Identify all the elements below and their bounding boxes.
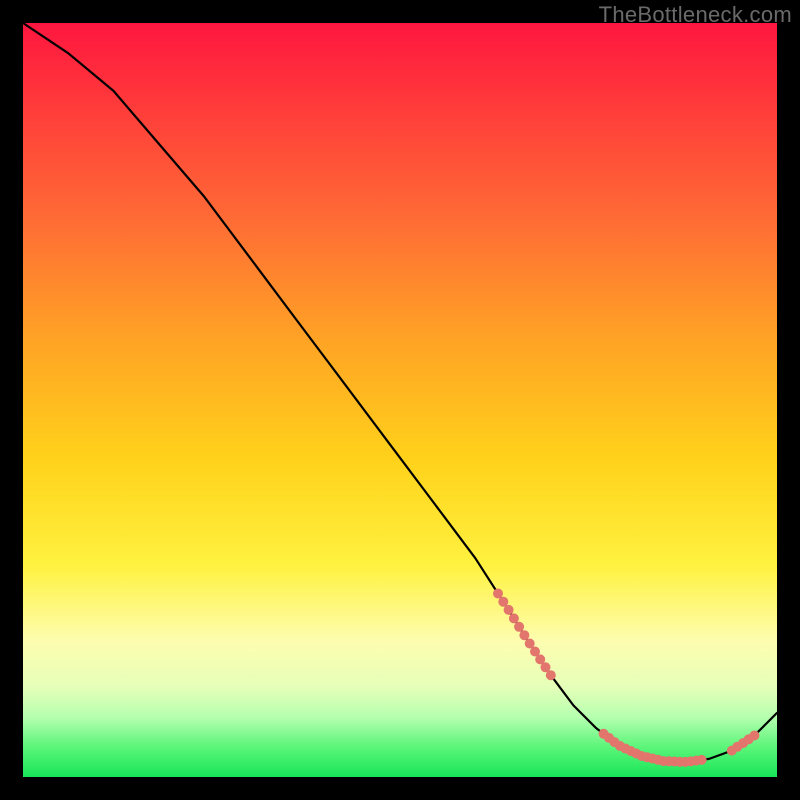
plot-area [23,23,777,777]
marker-dot [504,605,514,615]
marker-dot [546,670,556,680]
marker-dot [514,622,524,632]
curve-markers [493,589,759,767]
marker-dot [519,630,529,640]
marker-dot [498,597,508,607]
marker-dot [493,589,503,599]
marker-dot [749,731,759,741]
watermark-text: TheBottleneck.com [599,2,792,28]
curve-svg [23,23,777,777]
bottleneck-curve [23,23,777,762]
marker-dot [509,613,519,623]
chart-frame: TheBottleneck.com [0,0,800,800]
marker-dot [697,755,707,765]
